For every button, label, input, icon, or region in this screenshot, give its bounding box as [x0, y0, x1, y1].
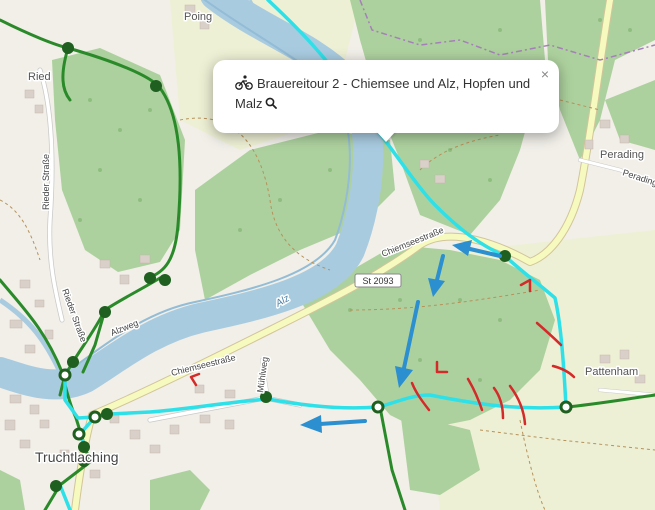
bicycle-icon — [235, 75, 253, 90]
route-junction[interactable] — [72, 427, 86, 441]
route-popup: × Brauereitour 2 - Chiemsee und Alz, Hop… — [213, 60, 559, 133]
place-label: Perading — [600, 149, 644, 161]
place-label: Pattenham — [585, 366, 638, 378]
route-node[interactable] — [99, 306, 111, 318]
route-node[interactable] — [50, 480, 62, 492]
route-junction[interactable] — [559, 400, 573, 414]
route-node[interactable] — [67, 356, 79, 368]
search-icon[interactable] — [265, 97, 278, 109]
route-junction[interactable] — [88, 410, 102, 424]
place-label: Ried — [28, 71, 51, 83]
close-icon[interactable]: × — [538, 64, 552, 84]
route-node[interactable] — [144, 272, 156, 284]
road-shield-label: St 2093 — [362, 276, 393, 286]
road-label: Rieder Straße — [41, 154, 51, 210]
road-shield: St 2093 — [354, 273, 402, 288]
route-junction[interactable] — [58, 368, 72, 382]
route-node[interactable] — [159, 274, 171, 286]
route-junction[interactable] — [371, 400, 385, 414]
town-label: Truchtlaching — [35, 449, 119, 465]
place-label: Poing — [184, 11, 212, 23]
route-node[interactable] — [150, 80, 162, 92]
route-node[interactable] — [101, 408, 113, 420]
popup-title[interactable]: Brauereitour 2 - Chiemsee und Alz, Hopfe… — [235, 76, 530, 111]
route-node[interactable] — [62, 42, 74, 54]
popup-tip — [376, 131, 396, 142]
